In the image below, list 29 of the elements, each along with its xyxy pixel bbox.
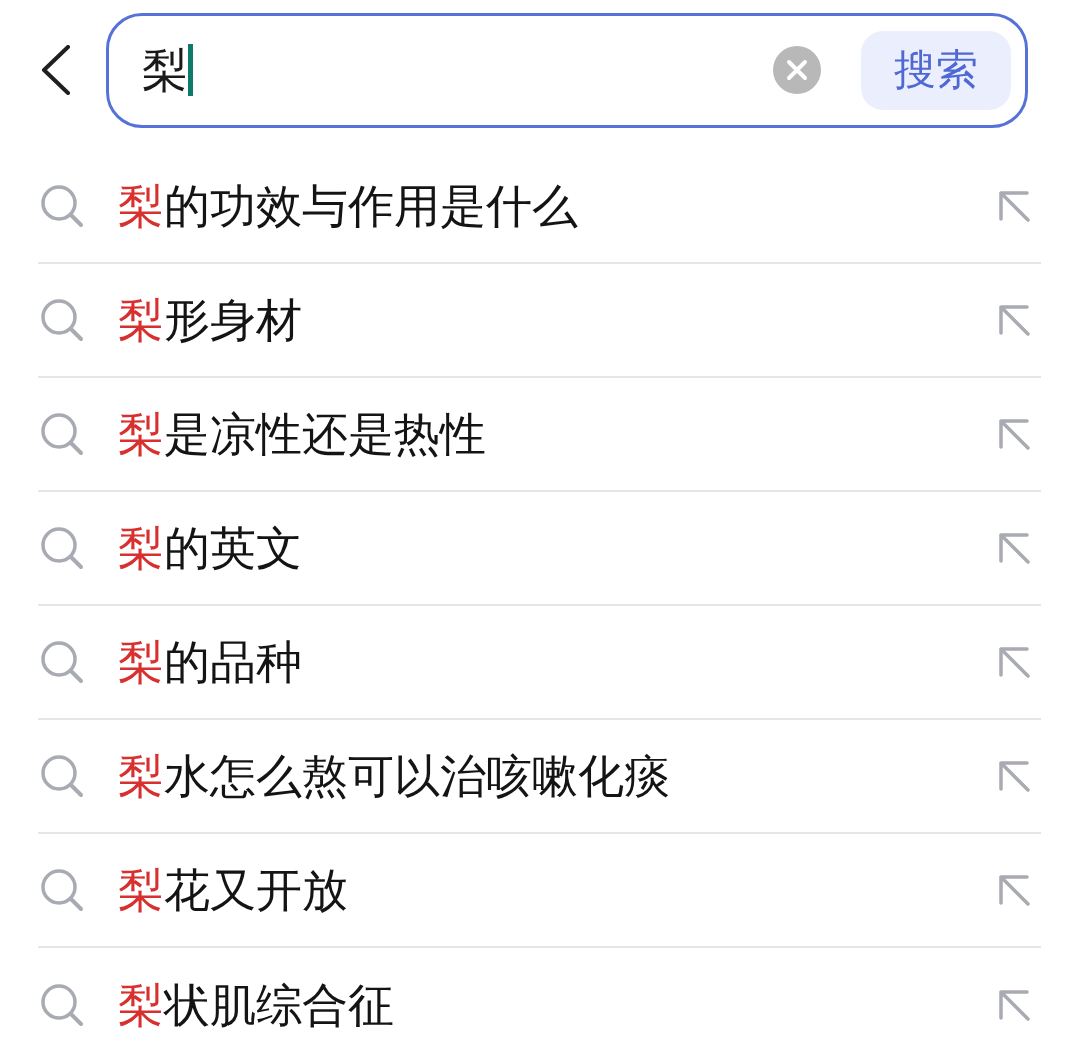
arrow-up-left-icon[interactable] bbox=[997, 417, 1031, 451]
clear-icon[interactable] bbox=[773, 46, 821, 94]
back-icon[interactable] bbox=[40, 45, 72, 95]
arrow-up-left-icon[interactable] bbox=[997, 531, 1031, 565]
suggestion-text[interactable]: 梨是凉性还是热性 bbox=[118, 411, 997, 457]
arrow-up-left-icon[interactable] bbox=[997, 873, 1031, 907]
search-button[interactable]: 搜索 bbox=[861, 30, 1011, 110]
search-input[interactable]: 梨 bbox=[142, 15, 773, 125]
suggestion-text[interactable]: 梨花又开放 bbox=[118, 867, 997, 913]
arrow-up-left-icon[interactable] bbox=[997, 303, 1031, 337]
search-icon bbox=[40, 184, 84, 228]
suggestion-text[interactable]: 梨的品种 bbox=[118, 639, 997, 685]
suggestion-text[interactable]: 梨的功效与作用是什么 bbox=[118, 183, 997, 229]
arrow-up-left-icon[interactable] bbox=[997, 988, 1031, 1022]
suggestion-text[interactable]: 梨形身材 bbox=[118, 297, 997, 343]
suggestion-text[interactable]: 梨水怎么熬可以治咳嗽化痰 bbox=[118, 753, 997, 799]
search-icon bbox=[40, 754, 84, 798]
arrow-up-left-icon[interactable] bbox=[997, 189, 1031, 223]
search-icon bbox=[40, 868, 84, 912]
search-icon bbox=[40, 412, 84, 456]
search-icon bbox=[40, 983, 84, 1027]
search-icon bbox=[40, 298, 84, 342]
search-icon bbox=[40, 526, 84, 570]
suggestion-text[interactable]: 梨的英文 bbox=[118, 525, 997, 571]
arrow-up-left-icon[interactable] bbox=[997, 759, 1031, 793]
suggestion-text[interactable]: 梨状肌综合征 bbox=[118, 982, 997, 1028]
search-icon bbox=[40, 640, 84, 684]
text-cursor-icon bbox=[188, 44, 193, 96]
arrow-up-left-icon[interactable] bbox=[997, 645, 1031, 679]
